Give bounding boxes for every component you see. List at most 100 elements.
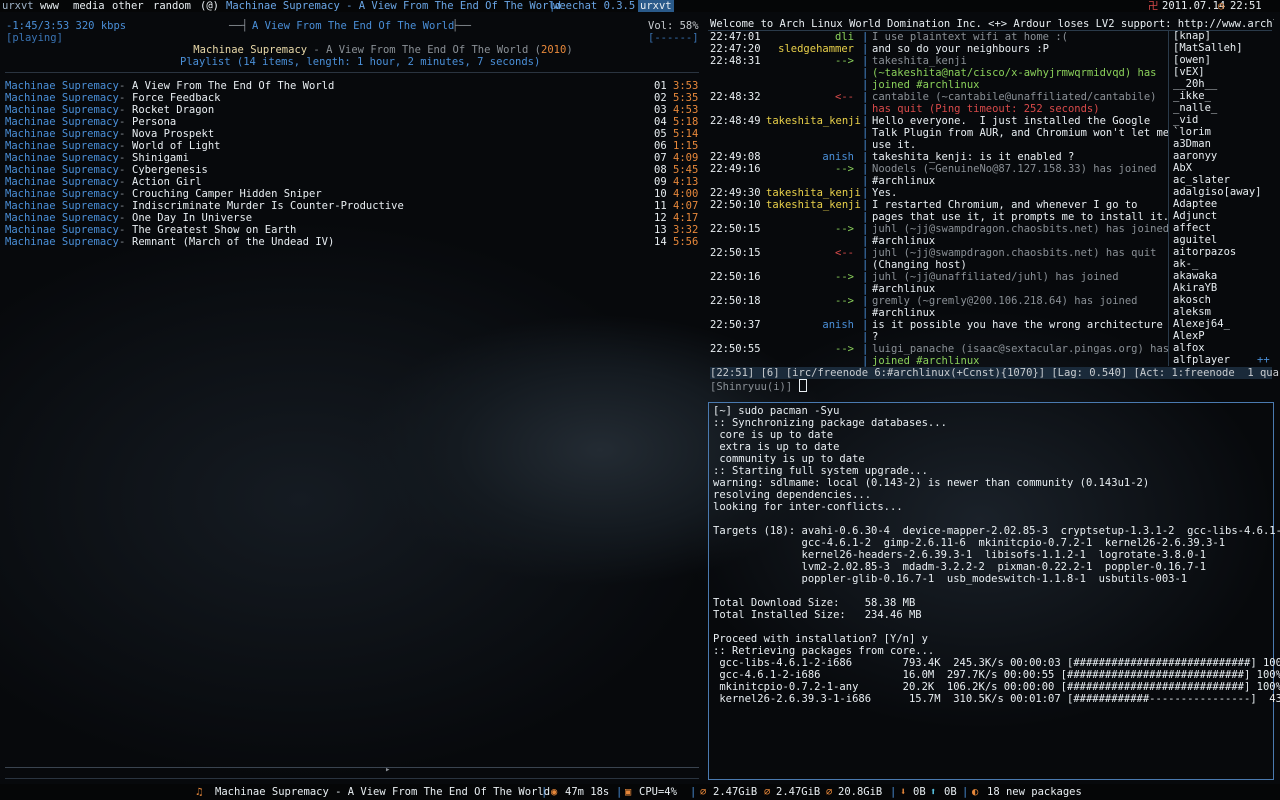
chat-nick[interactable]: takeshita_kenji xyxy=(766,187,861,199)
volume-display[interactable]: Vol: 58% xyxy=(648,20,699,32)
active-window-title[interactable]: Machinae Supremacy - A View From The End… xyxy=(226,0,561,12)
chat-message: juhl (~jj@swampdragon.chaosbits.net) has… xyxy=(872,247,1157,259)
chat-nick[interactable]: anish xyxy=(766,319,854,331)
terminal-line: :: Starting full system upgrade... xyxy=(713,465,928,477)
chat-separator: | xyxy=(862,43,869,55)
now-playing-album: A View From The End Of The World xyxy=(326,44,529,56)
task-weechat[interactable]: weechat 0.3.5 xyxy=(553,0,635,12)
track-number: 01 xyxy=(654,80,667,92)
nicklist-item[interactable]: [knap] xyxy=(1173,30,1273,42)
chat-timestamp: 22:49:16 xyxy=(710,163,761,175)
chat-nick[interactable]: dli xyxy=(766,31,854,43)
nicklist-item[interactable]: a3Dman xyxy=(1173,138,1273,150)
playlist-row[interactable]: Machinae Supremacy - Persona 04 5:18 xyxy=(5,116,699,128)
nicklist-item[interactable]: affect xyxy=(1173,222,1273,234)
playlist-row[interactable]: Machinae Supremacy - Shinigami 07 4:09 xyxy=(5,152,699,164)
playlist-row[interactable]: Machinae Supremacy - The Greatest Show on … xyxy=(5,224,699,236)
nicklist-item[interactable]: [vEX] xyxy=(1173,66,1273,78)
chat-nick[interactable]: --> xyxy=(766,163,854,175)
nicklist-item[interactable]: AbX xyxy=(1173,162,1273,174)
task-urxvt[interactable]: urxvt xyxy=(638,0,674,12)
nicklist-item[interactable]: aitorpazos xyxy=(1173,246,1273,258)
chat-nick[interactable]: <-- xyxy=(766,91,854,103)
chat-message: Talk Plugin from AUR, and Chromium won't… xyxy=(872,127,1170,139)
nicklist-item[interactable]: [MatSalleh] xyxy=(1173,42,1273,54)
track-artist: Machinae Supremacy xyxy=(5,164,119,176)
nicklist-item[interactable]: _vid xyxy=(1173,114,1273,126)
seek-handle[interactable]: ▸ xyxy=(385,764,390,776)
chat-nick[interactable]: --> xyxy=(766,55,854,67)
terminal-line: looking for inter-conflicts... xyxy=(713,501,903,513)
nicklist-item[interactable]: Adaptee xyxy=(1173,198,1273,210)
chat-separator: | xyxy=(862,175,869,187)
seek-bar[interactable] xyxy=(5,767,699,768)
playlist-row[interactable]: Machinae Supremacy - Nova Prospekt 05 5:14 xyxy=(5,128,699,140)
chat-nick[interactable]: takeshita_kenji xyxy=(766,115,861,127)
nicklist-item[interactable]: Adjunct xyxy=(1173,210,1273,222)
nicklist-item[interactable]: aaronyy xyxy=(1173,150,1273,162)
chat-timestamp: 22:47:01 xyxy=(710,31,761,43)
playlist-row[interactable]: Machinae Supremacy - Cybergenesis 08 5:45 xyxy=(5,164,699,176)
terminal-pane[interactable]: [~] sudo pacman -Syu:: Synchronizing pac… xyxy=(708,402,1280,780)
playlist-row[interactable]: Machinae Supremacy - World of Light 06 1:15 xyxy=(5,140,699,152)
chat-timestamp: 22:50:55 xyxy=(710,343,761,355)
chat-timestamp: 22:50:16 xyxy=(710,271,761,283)
nicklist-item[interactable]: AkiraYB xyxy=(1173,282,1273,294)
track-artist: Machinae Supremacy xyxy=(5,128,119,140)
terminal-line: kernel26-headers-2.6.39.3-1 libisofs-1.1… xyxy=(713,549,1207,561)
chat-message: takeshita_kenji xyxy=(872,55,967,67)
terminal-line: Total Installed Size: 234.46 MB xyxy=(713,609,922,621)
nicklist-item[interactable]: __20h__ xyxy=(1173,78,1273,90)
player-state: [playing] xyxy=(6,32,63,44)
tag-other[interactable]: other xyxy=(112,0,144,12)
playlist-row[interactable]: Machinae Supremacy - A View From The End O… xyxy=(5,80,699,92)
tag-media[interactable]: media xyxy=(73,0,105,12)
chat-nick[interactable]: --> xyxy=(766,343,854,355)
chat-nick[interactable]: sledgehammer xyxy=(766,43,854,55)
track-sep: - xyxy=(119,92,126,104)
nicklist-item[interactable]: _ikke_ xyxy=(1173,90,1273,102)
chat-timestamp: 22:48:31 xyxy=(710,55,761,67)
nicklist-item[interactable]: akawaka xyxy=(1173,270,1273,282)
nicklist-item[interactable]: AlexP xyxy=(1173,330,1273,342)
nicklist-item[interactable]: alfox xyxy=(1173,342,1273,354)
layout-indicator[interactable]: (@) xyxy=(200,0,219,12)
playlist-row[interactable]: Machinae Supremacy - One Day In Universe 12… xyxy=(5,212,699,224)
track-duration: 5:45 xyxy=(673,164,699,176)
nicklist-item[interactable]: `lorim xyxy=(1173,126,1273,138)
nicklist-item[interactable]: ak-_ xyxy=(1173,258,1273,270)
nicklist-item[interactable]: Alexej64_ xyxy=(1173,318,1273,330)
chat-timestamp: 22:50:37 xyxy=(710,319,761,331)
nicklist-item[interactable]: [owen] xyxy=(1173,54,1273,66)
chat-message: takeshita_kenji: is it enabled ? xyxy=(872,151,1075,163)
chat-nick[interactable]: --> xyxy=(766,223,854,235)
chat-nick[interactable]: anish xyxy=(766,151,854,163)
chat-separator: | xyxy=(862,67,869,79)
nicklist-item[interactable]: aleksm xyxy=(1173,306,1273,318)
nicklist-item[interactable]: _nalle_ xyxy=(1173,102,1273,114)
nicklist-item[interactable]: ac_slater xyxy=(1173,174,1273,186)
nicklist-item[interactable]: adalgiso[away] xyxy=(1173,186,1273,198)
playlist-row[interactable]: Machinae Supremacy - Indiscriminate Murder… xyxy=(5,200,699,212)
playlist-row[interactable]: Machinae Supremacy - Force Feedback 02 5:35 xyxy=(5,92,699,104)
tag-www[interactable]: www xyxy=(40,0,59,12)
weechat-input-line[interactable]: [Shinryuu(i)] xyxy=(710,379,807,393)
chat-nick[interactable]: <-- xyxy=(766,247,854,259)
weechat-status-bar: [22:51] [6] [irc/freenode 6:#archlinux(+… xyxy=(710,367,1280,379)
playlist-row[interactable]: Machinae Supremacy - Action Girl 09 4:13 xyxy=(5,176,699,188)
playlist-header: Playlist (14 items, length: 1 hour, 2 mi… xyxy=(180,56,541,68)
nicklist-item[interactable]: akosch xyxy=(1173,294,1273,306)
playlist-row[interactable]: Machinae Supremacy - Crouching Camper Hidd… xyxy=(5,188,699,200)
nicklist-item[interactable]: aguitel xyxy=(1173,234,1273,246)
terminal-line: Proceed with installation? [Y/n] y xyxy=(713,633,928,645)
playlist-row[interactable]: Machinae Supremacy - Rocket Dragon 03 4:53 xyxy=(5,104,699,116)
terminal-line: core is up to date xyxy=(713,429,834,441)
status-separator: | xyxy=(962,786,969,798)
tag-random[interactable]: random xyxy=(153,0,191,12)
track-duration: 4:00 xyxy=(673,188,699,200)
chat-nick[interactable]: --> xyxy=(766,271,854,283)
tag-urxvt[interactable]: urxvt xyxy=(2,0,34,12)
chat-nick[interactable]: --> xyxy=(766,295,854,307)
chat-nick[interactable]: takeshita_kenji xyxy=(766,199,861,211)
playlist-row[interactable]: Machinae Supremacy - Remnant (March of the… xyxy=(5,236,699,248)
